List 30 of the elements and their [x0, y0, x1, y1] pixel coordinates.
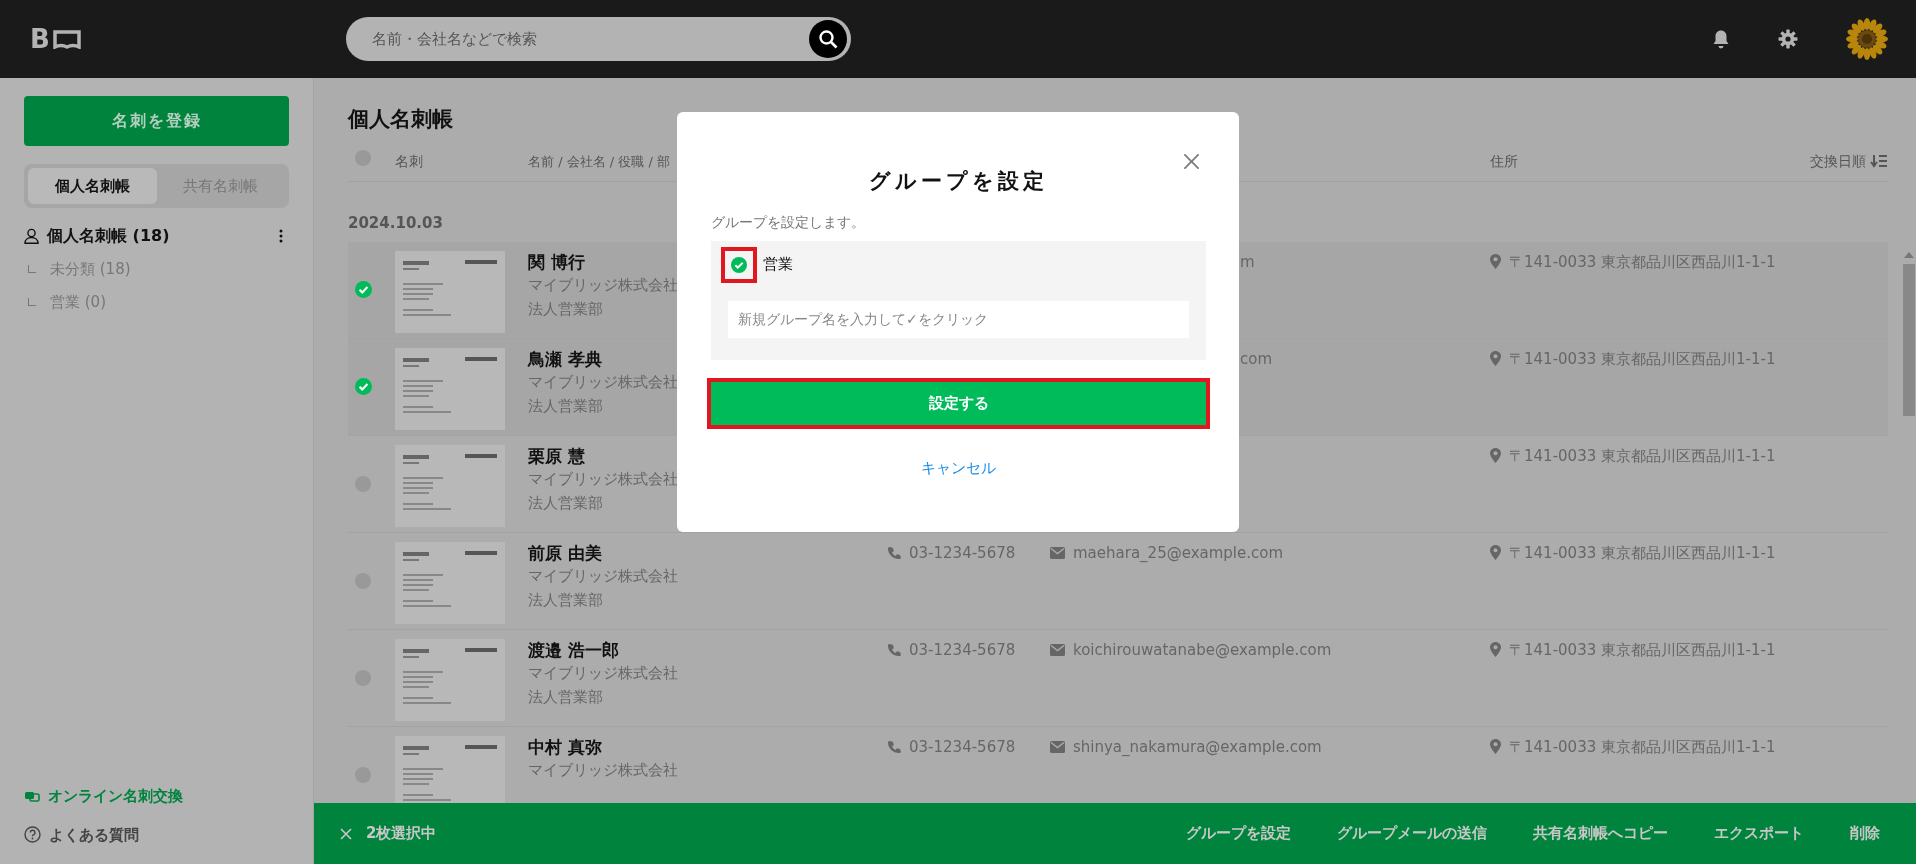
department: 法人営業部 — [528, 686, 603, 708]
column-header: 名刺 — [395, 152, 423, 169]
company-name: マイブリッジ株式会社 — [528, 468, 678, 490]
group-label: 営業 — [763, 254, 793, 276]
phone-number: 03-1234-5678 — [909, 736, 1016, 758]
logo-letter: B — [30, 26, 50, 52]
date-heading: 2024.10.03 — [348, 212, 443, 234]
address: 〒141-0033 東京都品川区西品川1-1-1 — [1509, 348, 1776, 370]
phone-number: 03-1234-5678 — [909, 542, 1016, 564]
column-header: 名前 / 会社名 / 役職 / 部 — [528, 153, 670, 169]
company-name: マイブリッジ株式会社 — [528, 371, 678, 393]
address: 〒141-0033 東京都品川区西品川1-1-1 — [1509, 251, 1776, 273]
address: 〒141-0033 東京都品川区西品川1-1-1 — [1509, 639, 1776, 661]
page-title: 個人名刺帳 — [348, 106, 454, 133]
dialog-description: グループを設定します。 — [711, 212, 865, 232]
dialog-title: グループを設定 — [869, 168, 1048, 195]
company-name: マイブリッジ株式会社 — [528, 759, 678, 781]
company-name: マイブリッジ株式会社 — [528, 565, 678, 587]
department: 法人営業部 — [528, 589, 603, 611]
column-header: 住所 — [1490, 152, 1518, 169]
department: 法人営業部 — [528, 298, 603, 320]
address: 〒141-0033 東京都品川区西品川1-1-1 — [1509, 445, 1776, 467]
address: 〒141-0033 東京都品川区西品川1-1-1 — [1509, 542, 1776, 564]
company-name: マイブリッジ株式会社 — [528, 274, 678, 296]
department: 法人営業部 — [528, 492, 603, 514]
phone-number: 03-1234-5678 — [909, 639, 1016, 661]
department: 法人営業部 — [528, 395, 603, 417]
address: 〒141-0033 東京都品川区西品川1-1-1 — [1509, 736, 1776, 758]
company-name: マイブリッジ株式会社 — [528, 662, 678, 684]
selection-count: 2枚選択中 — [366, 823, 437, 845]
